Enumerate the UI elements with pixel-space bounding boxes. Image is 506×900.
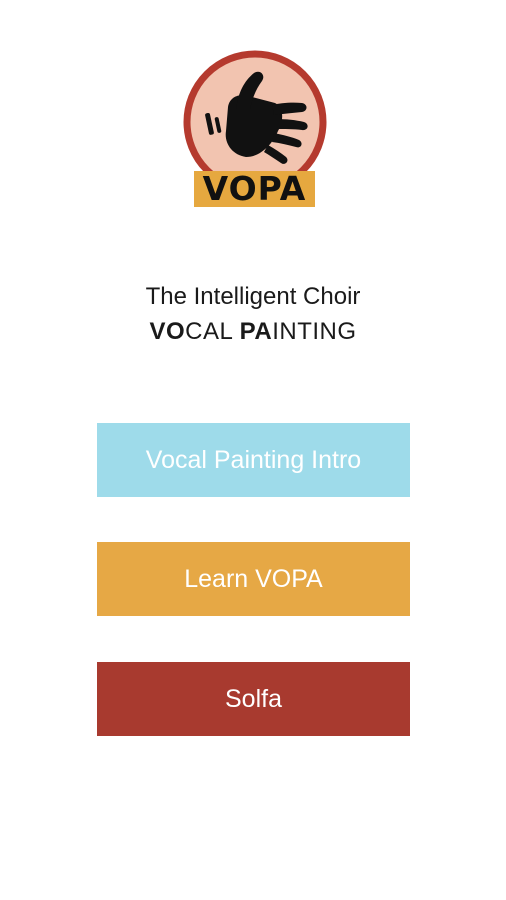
tagline-bold-vo: VO — [149, 318, 186, 345]
tagline-title: The Intelligent Choir — [145, 283, 361, 310]
logo-badge: VOPA — [194, 171, 315, 207]
tagline-subtitle: VOCAL PAINTING — [0, 318, 506, 346]
tagline-cal: CAL — [185, 318, 240, 345]
tagline-bold-pa: PA — [239, 318, 273, 345]
solfa-button[interactable]: Solfa — [97, 662, 410, 736]
learn-vopa-button[interactable]: Learn VOPA — [97, 542, 410, 616]
vocal-painting-intro-button[interactable]: Vocal Painting Intro — [97, 423, 410, 497]
tagline-inting: INTING — [272, 318, 357, 345]
vopa-logo: VOPA — [180, 47, 330, 212]
